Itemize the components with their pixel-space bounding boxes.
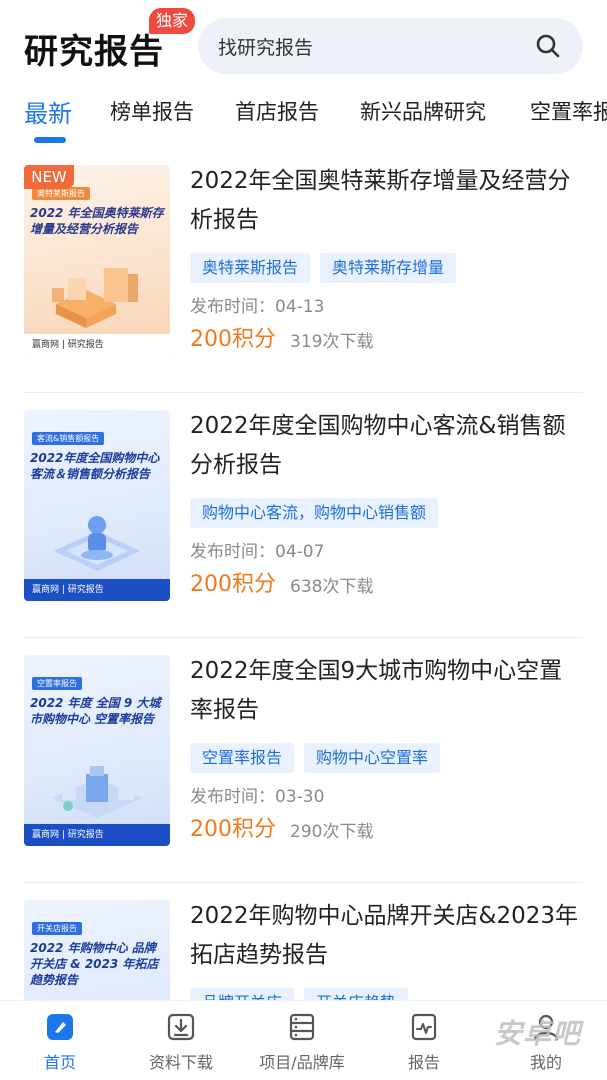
search-box[interactable]: 找研究报告 <box>198 18 583 74</box>
tab-emerging-brands[interactable]: 新兴品牌研究 <box>360 96 486 126</box>
report-tag[interactable]: 品牌开关店 <box>190 988 295 1000</box>
cover-footer: 赢商网 | 研究报告 <box>24 334 170 356</box>
tab-first-store-reports[interactable]: 首店报告 <box>235 96 319 126</box>
report-tag[interactable]: 奥特莱斯报告 <box>190 253 311 283</box>
tab-latest[interactable]: 最新 <box>24 94 72 129</box>
nav-label: 首页 <box>43 1053 76 1072</box>
cover-title: 2022 年全国奥特莱斯存增量及经营分析报告 <box>30 206 164 236</box>
cover-tag: 开关店报告 <box>32 922 82 935</box>
nav-project-brand-library[interactable]: 项目/品牌库 <box>242 1011 362 1073</box>
download-count: 290次下载 <box>290 822 374 842</box>
nav-downloads[interactable]: 资料下载 <box>121 1011 241 1073</box>
report-card[interactable]: 客流&销售额报告 2022年度全国购物中心客流＆销售额分析报告 赢商网 | 研究… <box>24 393 583 638</box>
report-title[interactable]: 2022年度全国购物中心客流&销售额分析报告 <box>190 407 583 485</box>
search-icon[interactable] <box>535 33 561 59</box>
publish-date: 发布时间：03-30 <box>190 787 325 807</box>
report-price: 200积分 <box>190 817 276 842</box>
report-price: 200积分 <box>190 572 276 597</box>
report-tag[interactable]: 购物中心客流，购物中心销售额 <box>190 498 439 528</box>
cover-illustration <box>54 516 140 571</box>
tab-bar: 最新 榜单报告 首店报告 新兴品牌研究 空置率报告 <box>0 88 607 148</box>
nav-label: 资料下载 <box>148 1053 213 1072</box>
cover-footer: 赢商网 | 研究报告 <box>24 579 170 601</box>
header: 研究报告 独家 找研究报告 <box>0 0 607 88</box>
active-tab-indicator <box>34 137 66 143</box>
nav-label: 我的 <box>529 1053 562 1072</box>
download-count: 319次下载 <box>290 332 374 352</box>
nav-label: 项目/品牌库 <box>259 1053 345 1072</box>
report-card[interactable]: 开关店报告 2022 年购物中心 品牌开关店 & 2023 年拓店趋势报告 20… <box>24 883 583 1000</box>
download-count: 638次下载 <box>290 577 374 597</box>
cover-illustration <box>52 268 138 328</box>
watermark: 安卓吧 <box>493 1017 581 1050</box>
home-icon <box>47 1014 73 1040</box>
report-card[interactable]: 空置率报告 2022 年度 全国 9 大城市购物中心 空置率报告 赢商网 | 研… <box>24 638 583 883</box>
cover-title: 2022 年度 全国 9 大城市购物中心 空置率报告 <box>30 696 161 726</box>
exclusive-badge: 独家 <box>149 8 196 34</box>
report-cover[interactable]: 空置率报告 2022 年度 全国 9 大城市购物中心 空置率报告 赢商网 | 研… <box>24 655 170 846</box>
report-tag[interactable]: 奥特莱斯存增量 <box>320 253 457 283</box>
nav-reports[interactable]: 报告 <box>364 1011 484 1073</box>
nav-home[interactable]: 首页 <box>0 1011 120 1073</box>
download-icon <box>167 1013 195 1041</box>
page-title: 研究报告 <box>24 32 164 72</box>
database-icon <box>289 1013 315 1041</box>
cover-title: 2022年度全国购物中心客流＆销售额分析报告 <box>30 451 160 481</box>
report-tag[interactable]: 购物中心空置率 <box>304 743 441 773</box>
report-icon <box>411 1013 437 1041</box>
report-tags: 品牌开关店开关店趋势 <box>190 988 418 1000</box>
nav-label: 报告 <box>407 1053 440 1072</box>
tab-ranking-reports[interactable]: 榜单报告 <box>110 96 194 126</box>
report-cover[interactable]: 开关店报告 2022 年购物中心 品牌开关店 & 2023 年拓店趋势报告 <box>24 900 170 1000</box>
report-title[interactable]: 2022年购物中心品牌开关店&2023年拓店趋势报告 <box>190 897 583 975</box>
report-title[interactable]: 2022年度全国9大城市购物中心空置率报告 <box>190 652 583 730</box>
search-placeholder: 找研究报告 <box>218 37 314 59</box>
report-list: 奥特莱斯报告 2022 年全国奥特莱斯存增量及经营分析报告 赢商网 | 研究报告… <box>0 148 607 1000</box>
report-tag[interactable]: 空置率报告 <box>190 743 295 773</box>
report-tags: 空置率报告 购物中心空置率 <box>190 743 450 773</box>
cover-title: 2022 年购物中心 品牌开关店 & 2023 年拓店趋势报告 <box>30 941 159 987</box>
report-tags: 奥特莱斯报告 奥特莱斯存增量 <box>190 253 466 283</box>
tab-vacancy-reports[interactable]: 空置率报告 <box>530 96 607 126</box>
report-cover[interactable]: 客流&销售额报告 2022年度全国购物中心客流＆销售额分析报告 赢商网 | 研究… <box>24 410 170 601</box>
cover-tag: 客流&销售额报告 <box>32 432 105 445</box>
cover-illustration <box>52 766 142 818</box>
publish-date: 发布时间：04-07 <box>190 542 325 562</box>
cover-tag: 空置率报告 <box>32 677 82 690</box>
publish-date: 发布时间：04-13 <box>190 297 325 317</box>
cover-footer: 赢商网 | 研究报告 <box>24 824 170 846</box>
report-card[interactable]: 奥特莱斯报告 2022 年全国奥特莱斯存增量及经营分析报告 赢商网 | 研究报告… <box>24 148 583 393</box>
report-tag[interactable]: 开关店趋势 <box>304 988 409 1000</box>
report-tags: 购物中心客流，购物中心销售额 <box>190 498 448 528</box>
report-title[interactable]: 2022年全国奥特莱斯存增量及经营分析报告 <box>190 162 583 240</box>
new-badge: NEW <box>24 165 74 189</box>
report-price: 200积分 <box>190 327 276 352</box>
report-cover[interactable]: 奥特莱斯报告 2022 年全国奥特莱斯存增量及经营分析报告 赢商网 | 研究报告 <box>24 165 170 356</box>
